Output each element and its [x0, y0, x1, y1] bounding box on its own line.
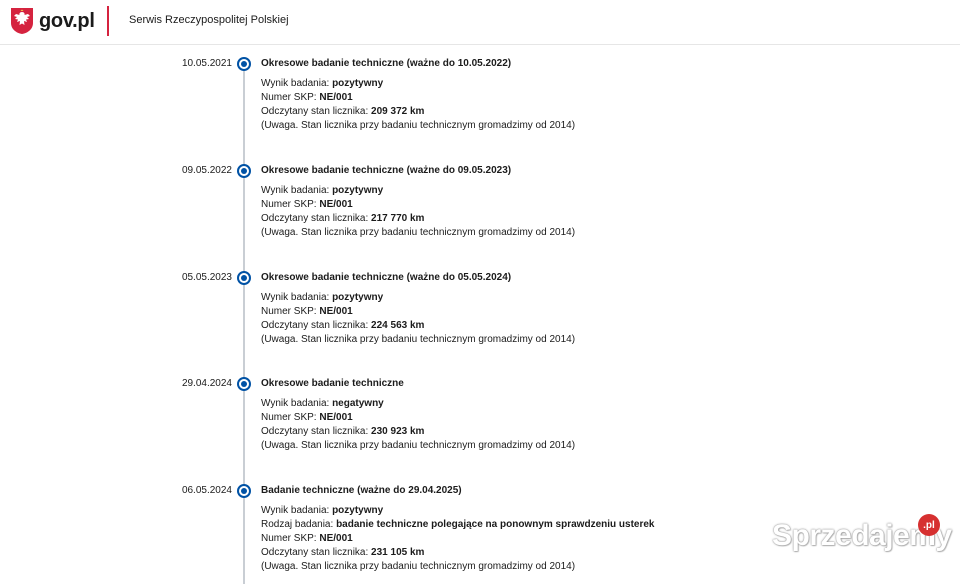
timeline-dot-icon: [237, 164, 251, 178]
entry-details: Wynik badania: negatywny Numer SKP: NE/00…: [261, 397, 575, 453]
detail-value: NE/001: [319, 199, 353, 210]
detail-label: Wynik badania:: [261, 78, 333, 89]
detail-line: Wynik badania: pozytywny: [261, 291, 575, 305]
detail-line: (Uwaga. Stan licznika przy badaniu techn…: [261, 560, 654, 574]
detail-label: (Uwaga. Stan licznika przy badaniu techn…: [261, 334, 576, 345]
detail-value: badanie techniczne polegające na ponowny…: [336, 519, 655, 530]
detail-line: Wynik badania: pozytywny: [261, 504, 654, 518]
detail-line: (Uwaga. Stan licznika przy badaniu techn…: [261, 119, 575, 133]
detail-label: Wynik badania:: [261, 292, 333, 303]
detail-value: NE/001: [319, 412, 353, 423]
timeline-dot-icon: [237, 377, 251, 391]
detail-line: Odczytany stan licznika: 217 770 km: [261, 212, 575, 226]
detail-value: pozytywny: [332, 78, 384, 89]
detail-label: Odczytany stan licznika:: [261, 213, 372, 224]
timeline-dot-icon: [237, 57, 251, 71]
site-header: gov.pl Serwis Rzeczypospolitej Polskiej: [0, 0, 960, 45]
entry-details: Wynik badania: pozytywny Numer SKP: NE/00…: [261, 184, 575, 240]
entry-date: 10.05.2021: [181, 58, 232, 69]
detail-value: 209 372 km: [371, 106, 425, 117]
detail-label: Wynik badania:: [261, 398, 333, 409]
detail-label: (Uwaga. Stan licznika przy badaniu techn…: [261, 120, 576, 131]
detail-label: Numer SKP:: [261, 412, 320, 423]
service-name: Serwis Rzeczypospolitej Polskiej: [129, 14, 289, 26]
detail-label: (Uwaga. Stan licznika przy badaniu techn…: [261, 440, 576, 451]
detail-value: negatywny: [332, 398, 384, 409]
detail-line: Numer SKP: NE/001: [261, 305, 575, 319]
entry-date: 05.05.2023: [181, 272, 232, 283]
entry-details: Wynik badania: pozytywny Rodzaj badania: …: [261, 504, 654, 574]
entry-date: 06.05.2024: [181, 485, 232, 496]
detail-label: Wynik badania:: [261, 505, 333, 516]
detail-line: Odczytany stan licznika: 230 923 km: [261, 425, 575, 439]
entry-date: 09.05.2022: [181, 165, 232, 176]
detail-value: NE/001: [319, 306, 353, 317]
detail-label: Numer SKP:: [261, 533, 320, 544]
entry-details: Wynik badania: pozytywny Numer SKP: NE/00…: [261, 77, 575, 133]
detail-line: Numer SKP: NE/001: [261, 411, 575, 425]
detail-line: Wynik badania: negatywny: [261, 397, 575, 411]
detail-label: Odczytany stan licznika:: [261, 426, 372, 437]
timeline-dot-icon: [237, 271, 251, 285]
detail-line: Rodzaj badania: badanie techniczne poleg…: [261, 518, 654, 532]
entry-title: Okresowe badanie techniczne (ważne do 10…: [261, 58, 512, 69]
detail-value: 231 105 km: [371, 547, 425, 558]
detail-label: Numer SKP:: [261, 199, 320, 210]
detail-value: 224 563 km: [371, 320, 425, 331]
detail-line: (Uwaga. Stan licznika przy badaniu techn…: [261, 333, 575, 347]
header-divider: [107, 6, 109, 36]
detail-label: Odczytany stan licznika:: [261, 106, 372, 117]
detail-value: pozytywny: [332, 185, 384, 196]
detail-label: Odczytany stan licznika:: [261, 547, 372, 558]
detail-line: Numer SKP: NE/001: [261, 91, 575, 105]
detail-line: Numer SKP: NE/001: [261, 532, 654, 546]
entry-title: Okresowe badanie techniczne (ważne do 05…: [261, 272, 512, 283]
detail-value: 217 770 km: [371, 213, 425, 224]
detail-value: pozytywny: [332, 292, 384, 303]
detail-line: (Uwaga. Stan licznika przy badaniu techn…: [261, 226, 575, 240]
entry-date: 29.04.2024: [181, 378, 232, 389]
detail-line: (Uwaga. Stan licznika przy badaniu techn…: [261, 439, 575, 453]
logo-text: gov.pl: [39, 9, 95, 32]
entry-details: Wynik badania: pozytywny Numer SKP: NE/00…: [261, 291, 575, 347]
detail-line: Numer SKP: NE/001: [261, 198, 575, 212]
gov-pl-logo-link[interactable]: gov.pl: [10, 6, 95, 36]
timeline-dot-icon: [237, 484, 251, 498]
detail-label: Wynik badania:: [261, 185, 333, 196]
entry-title: Badanie techniczne (ważne do 29.04.2025): [261, 485, 462, 496]
detail-value: pozytywny: [332, 505, 384, 516]
detail-line: Odczytany stan licznika: 231 105 km: [261, 546, 654, 560]
detail-line: Wynik badania: pozytywny: [261, 77, 575, 91]
polish-eagle-emblem-icon: [11, 8, 33, 34]
detail-label: Numer SKP:: [261, 306, 320, 317]
detail-label: Rodzaj badania:: [261, 519, 337, 530]
detail-line: Odczytany stan licznika: 224 563 km: [261, 319, 575, 333]
detail-label: (Uwaga. Stan licznika przy badaniu techn…: [261, 227, 576, 238]
detail-line: Wynik badania: pozytywny: [261, 184, 575, 198]
detail-value: NE/001: [319, 92, 353, 103]
watermark-badge: .pl: [918, 514, 940, 536]
entry-title: Okresowe badanie techniczne: [261, 378, 404, 389]
detail-label: (Uwaga. Stan licznika przy badaniu techn…: [261, 561, 576, 572]
detail-value: NE/001: [319, 533, 353, 544]
detail-label: Odczytany stan licznika:: [261, 320, 372, 331]
timeline-line: [243, 64, 245, 584]
detail-line: Odczytany stan licznika: 209 372 km: [261, 105, 575, 119]
detail-label: Numer SKP:: [261, 92, 320, 103]
detail-value: 230 923 km: [371, 426, 425, 437]
entry-title: Okresowe badanie techniczne (ważne do 09…: [261, 165, 512, 176]
